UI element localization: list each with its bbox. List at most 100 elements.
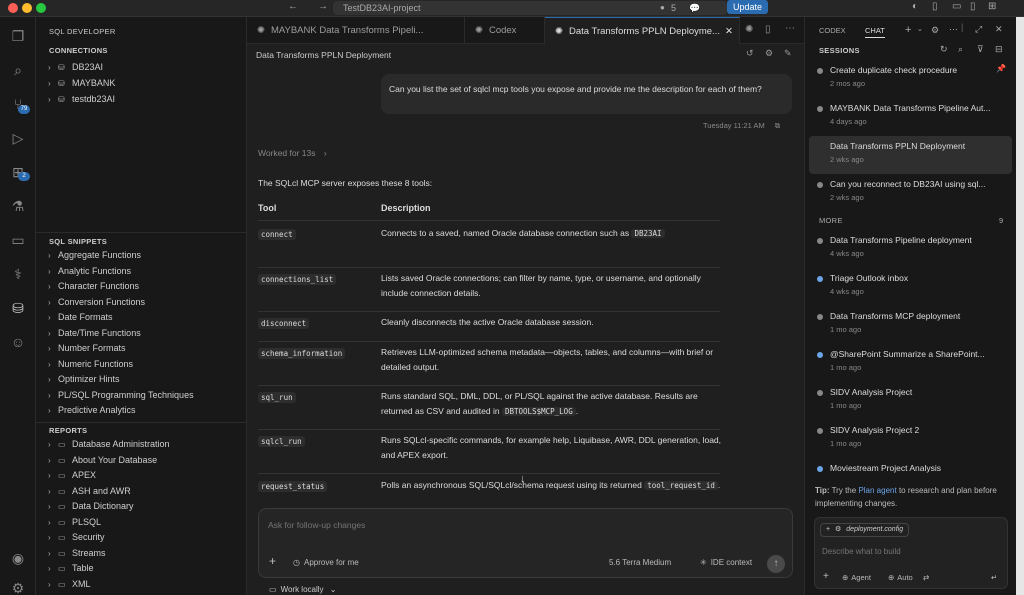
back-arrow-icon[interactable]: ← [288,1,298,12]
snippet-item[interactable]: › Character Functions [48,281,139,291]
snippet-item[interactable]: › Date Formats [48,312,113,322]
tab-codex[interactable]: ✺ Codex [465,17,545,44]
maximize-icon[interactable]: ⤢ [975,24,982,35]
connection-item[interactable]: › ⛁ MAYBANK [48,78,115,88]
send-button[interactable]: ↑ [767,555,785,573]
explorer-icon[interactable]: ❐ [9,27,27,45]
collapse-icon[interactable]: ⊟ [995,44,1003,55]
close-window-button[interactable] [8,3,18,13]
settings-gear-icon[interactable]: ⚙ [9,579,27,595]
auto-model-select[interactable]: ⊕ Auto [888,573,913,582]
remote-icon[interactable]: ▭ [9,231,27,249]
more-header[interactable]: MORE [819,216,843,225]
sql-developer-icon[interactable]: ⛁ [9,299,27,317]
layout-secondary-icon[interactable]: ▯ [970,1,976,12]
session-item[interactable]: Create duplicate check procedure 2 mos ag… [809,60,1012,98]
snippet-item[interactable]: › PL/SQL Programming Techniques [48,390,194,400]
filter-icon[interactable]: ⊽ [977,44,984,55]
session-item[interactable]: @SharePoint Summarize a SharePoint... 1 m… [809,344,1012,382]
testing-icon[interactable]: ⚗ [9,197,27,215]
snippet-item[interactable]: › Aggregate Functions [48,250,141,260]
session-item[interactable]: Data Transforms Pipeline deployment 4 wks… [809,230,1012,268]
settings-gear-icon[interactable]: ⚙ [931,25,939,36]
describe-input[interactable] [822,547,1002,556]
session-item[interactable]: Triage Outlook inbox 4 wks ago [809,268,1012,306]
layout-sidebar-icon[interactable]: ▯ [932,1,938,12]
pin-icon[interactable]: 📌 [996,64,1006,73]
refresh-icon[interactable]: ↻ [940,44,948,55]
snippet-item[interactable]: › Date/Time Functions [48,328,141,338]
customize-layout-icon[interactable]: ⊞ [988,1,996,12]
more-actions-icon[interactable]: ⋯ [785,23,795,34]
agent-mode-select[interactable]: ⊕ Agent [842,573,871,582]
maximize-window-button[interactable] [36,3,46,13]
settings-gear-icon[interactable]: ⚙ [765,48,773,59]
theme-icon[interactable]: ◐ [912,1,918,12]
report-item[interactable]: › ▭ Database Administration [48,439,170,449]
run-debug-icon[interactable]: ▷ [9,129,27,147]
session-item[interactable]: Data Transforms PPLN Deployment 2 wks ago [809,136,1012,174]
context-chip[interactable]: + ⚙ deployment.config [820,523,910,537]
openai-icon[interactable]: ✺ [745,24,753,35]
more-actions-icon[interactable]: ⋯ [949,24,958,35]
snippet-item[interactable]: › Conversion Functions [48,297,145,307]
ide-context-toggle[interactable]: ✳ IDE context [700,558,752,567]
layout-panel-icon[interactable]: ▭ [952,1,961,12]
search-icon[interactable]: ⌕ [958,44,963,55]
report-item[interactable]: › ▭ XML [48,579,91,589]
plan-agent-link[interactable]: Plan agent [858,486,896,495]
tab-maybank[interactable]: ✺ MAYBANK Data Transforms Pipeli... [247,17,465,44]
account-icon[interactable]: ◉ [9,549,27,567]
send-icon[interactable]: ↵ [991,573,997,582]
add-context-icon[interactable]: + [823,571,829,582]
history-icon[interactable]: ↺ [746,48,754,59]
report-item[interactable]: › ▭ Security [48,532,105,542]
follow-up-input[interactable] [268,520,768,530]
chat-icon[interactable]: 💬 [689,1,700,15]
update-button[interactable]: Update [727,0,768,14]
report-item[interactable]: › ▭ ASH and AWR [48,486,131,496]
add-attachment-icon[interactable]: + [269,554,276,568]
new-session-icon[interactable]: + [905,24,911,36]
copy-icon[interactable]: ⧉ [775,121,780,130]
reports-header[interactable]: REPORTS [49,426,87,435]
snippet-item[interactable]: › Optimizer Hints [48,374,120,384]
tab-codex-panel[interactable]: CODEX [819,26,846,35]
snippet-item[interactable]: › Number Formats [48,343,126,353]
worked-for-toggle[interactable]: Worked for 13s › [258,148,327,158]
snippet-item[interactable]: › Numeric Functions [48,359,133,369]
connection-item[interactable]: › ⛁ DB23AI [48,62,103,72]
snippet-item[interactable]: › Analytic Functions [48,266,131,276]
session-item[interactable]: Can you reconnect to DB23AI using sql...… [809,174,1012,212]
report-item[interactable]: › ▭ Data Dictionary [48,501,134,511]
work-locally-select[interactable]: ▭ Work locally ⌄ [269,585,336,594]
report-item[interactable]: › ▭ PLSQL [48,517,101,527]
session-item[interactable]: Data Transforms MCP deployment 1 mo ago [809,306,1012,344]
report-item[interactable]: › ▭ About Your Database [48,455,157,465]
snippets-header[interactable]: SQL SNIPPETS [49,237,107,246]
tools-icon[interactable]: ⇄ [923,573,929,582]
tab-data-transforms-ppln[interactable]: ✺ Data Transforms PPLN Deployme... ✕ [545,17,740,44]
scroll-down-arrow-icon[interactable]: ↓ [520,473,526,485]
model-select[interactable]: 5.6 Terra Medium [609,558,671,567]
session-item[interactable]: MAYBANK Data Transforms Pipeline Aut... 4… [809,98,1012,136]
command-center[interactable]: TestDB23AI-project ● 5 💬 [333,1,727,15]
report-item[interactable]: › ▭ Table [48,563,94,573]
snippet-item[interactable]: › Predictive Analytics [48,405,136,415]
tab-chat-panel[interactable]: CHAT [865,26,885,38]
copilot-icon[interactable]: ☺ [9,333,27,351]
forward-arrow-icon[interactable]: → [318,1,328,12]
report-item[interactable]: › ▭ APEX [48,470,96,480]
new-chat-icon[interactable]: ✎ [784,48,792,59]
session-item[interactable]: SIDV Analysis Project 2 1 mo ago [809,420,1012,458]
minimize-window-button[interactable] [22,3,32,13]
close-icon[interactable]: ✕ [995,24,1003,35]
session-item[interactable]: SIDV Analysis Project 1 mo ago [809,382,1012,420]
split-editor-icon[interactable]: ▯ [765,24,771,35]
report-item[interactable]: › ▭ Streams [48,548,106,558]
python-icon[interactable]: ⚕ [9,265,27,283]
search-icon[interactable]: ⌕ [9,61,27,79]
connections-header[interactable]: CONNECTIONS [49,46,108,55]
close-tab-icon[interactable]: ✕ [725,18,733,44]
connection-item[interactable]: › ⛁ testdb23AI [48,94,115,104]
